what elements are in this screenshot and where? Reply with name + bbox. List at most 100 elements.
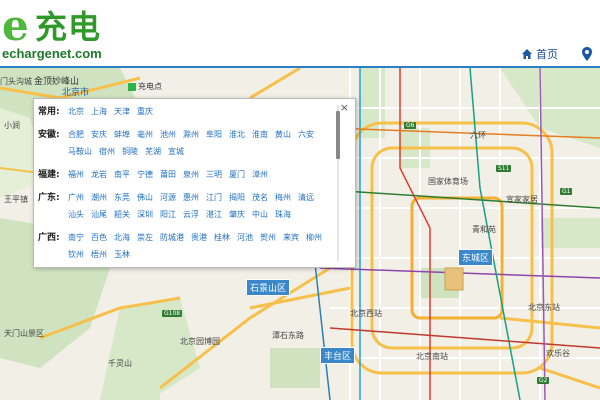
city-selector-popup: × 常用: 北京 上海 天津 重庆 安徽: 合肥 安庆 蚌埠 亳州 池州 滁州 阜阳 淮北 淮南 黄山 六安 马鞍…	[33, 98, 356, 268]
city-link[interactable]: 防城港	[160, 229, 184, 246]
city-link[interactable]: 钦州	[68, 246, 84, 263]
city-link[interactable]: 肇庆	[229, 206, 245, 223]
city-link[interactable]: 汕头	[68, 206, 84, 223]
map-view[interactable]: 金顶妙峰山 北京市 充电点 门头沟城 小涧 王平镇 天门山景区 千灵山 北京园博…	[0, 68, 600, 400]
city-link[interactable]: 天津	[114, 103, 130, 120]
city-links: 合肥 安庆 蚌埠 亳州 池州 滁州 阜阳 淮北 淮南 黄山 六安马鞍山 宿州 铜陵 芜湖 宣城	[68, 126, 334, 160]
city-link[interactable]: 梧州	[91, 246, 107, 263]
city-link[interactable]: 东莞	[114, 189, 130, 206]
logo-url-text: echargenet.com	[2, 46, 102, 61]
city-links: 北京 上海 天津 重庆	[68, 103, 334, 120]
map-label: 国家体育场	[428, 177, 468, 186]
nav-home-label: 首页	[536, 48, 558, 61]
popup-scrollbar[interactable]	[336, 105, 340, 261]
city-link[interactable]: 茂名	[252, 189, 268, 206]
district-badge-shijingshan[interactable]: 石景山区	[246, 279, 291, 296]
city-link[interactable]: 韶关	[114, 206, 130, 223]
city-links: 福州 龙岩 南平 宁德 莆田 泉州 三明 厦门 漳州	[68, 166, 334, 183]
city-link[interactable]: 淮南	[252, 126, 268, 143]
district-badge-fengtai[interactable]: 丰台区	[320, 347, 356, 364]
city-link[interactable]: 滁州	[183, 126, 199, 143]
map-label: 门头沟城	[0, 77, 32, 86]
city-link[interactable]: 南平	[114, 166, 130, 183]
nav-home-link[interactable]: 首页	[521, 46, 558, 62]
echargenet-logo[interactable]: e 充电 echargenet.com	[2, 4, 142, 62]
city-link[interactable]: 北海	[114, 229, 130, 246]
city-link[interactable]: 铜陵	[122, 143, 138, 160]
city-link[interactable]: 佛山	[137, 189, 153, 206]
city-link[interactable]: 宁德	[137, 166, 153, 183]
city-link[interactable]: 揭阳	[229, 189, 245, 206]
city-link[interactable]: 柳州	[306, 229, 322, 246]
city-link[interactable]: 珠海	[275, 206, 291, 223]
city-link[interactable]: 湛江	[206, 206, 222, 223]
city-link[interactable]: 厦门	[229, 166, 245, 183]
map-label: 欢乐谷	[546, 349, 570, 358]
map-label: 六环	[470, 131, 486, 140]
city-link[interactable]: 惠州	[183, 189, 199, 206]
city-link[interactable]: 桂林	[214, 229, 230, 246]
city-link[interactable]: 合肥	[68, 126, 84, 143]
legend-label: 充电点	[138, 82, 162, 91]
city-link[interactable]: 六安	[298, 126, 314, 143]
city-link[interactable]: 芜湖	[145, 143, 161, 160]
map-label: 天门山景区	[4, 329, 44, 338]
city-link[interactable]: 深圳	[137, 206, 153, 223]
map-label: 小涧	[4, 121, 20, 130]
city-link[interactable]: 亳州	[137, 126, 153, 143]
city-link[interactable]: 重庆	[137, 103, 153, 120]
map-label: 北京东站	[528, 303, 560, 312]
city-link[interactable]: 河池	[237, 229, 253, 246]
city-link[interactable]: 泉州	[183, 166, 199, 183]
city-link[interactable]: 汕尾	[91, 206, 107, 223]
city-link[interactable]: 清远	[298, 189, 314, 206]
city-link[interactable]: 江门	[206, 189, 222, 206]
road-badge: G1	[560, 188, 573, 195]
city-link[interactable]: 黄山	[275, 126, 291, 143]
province-name: 广西:	[38, 233, 60, 243]
city-link[interactable]: 宿州	[99, 143, 115, 160]
province-row: 常用: 北京 上海 天津 重庆	[38, 103, 338, 120]
city-link[interactable]: 安庆	[91, 126, 107, 143]
district-badge-dongcheng[interactable]: 东城区	[458, 249, 494, 266]
charging-point-legend-icon	[128, 82, 136, 91]
province-name: 广东:	[38, 193, 60, 203]
city-link[interactable]: 莆田	[160, 166, 176, 183]
city-link[interactable]: 贺州	[260, 229, 276, 246]
city-link[interactable]: 三明	[206, 166, 222, 183]
location-pin-icon[interactable]	[582, 47, 592, 61]
city-link[interactable]: 南宁	[68, 229, 84, 246]
city-link[interactable]: 马鞍山	[68, 143, 92, 160]
city-link[interactable]: 广州	[68, 189, 84, 206]
city-link[interactable]: 百色	[91, 229, 107, 246]
city-link[interactable]: 来宾	[283, 229, 299, 246]
map-label: 青和苑	[472, 225, 496, 234]
city-link[interactable]: 阳江	[160, 206, 176, 223]
city-link[interactable]: 梅州	[275, 189, 291, 206]
city-link[interactable]: 崇左	[137, 229, 153, 246]
province-name: 常用:	[38, 107, 60, 117]
city-link[interactable]: 云浮	[183, 206, 199, 223]
city-link[interactable]: 北京	[68, 103, 84, 120]
city-link[interactable]: 蚌埠	[114, 126, 130, 143]
city-link[interactable]: 宣城	[168, 143, 184, 160]
road-badge: G2	[537, 377, 550, 384]
road-badge: G108	[162, 310, 183, 317]
city-link[interactable]: 福州	[68, 166, 84, 183]
map-label: 王平镇	[4, 195, 28, 204]
city-link[interactable]: 潮州	[91, 189, 107, 206]
city-link[interactable]: 龙岩	[91, 166, 107, 183]
city-link[interactable]: 池州	[160, 126, 176, 143]
city-link[interactable]: 中山	[252, 206, 268, 223]
city-link[interactable]: 漳州	[252, 166, 268, 183]
city-link[interactable]: 阜阳	[206, 126, 222, 143]
city-link[interactable]: 淮北	[229, 126, 245, 143]
logo-e-glyph: e	[2, 1, 29, 50]
header: e 充电 echargenet.com 首页	[0, 0, 600, 68]
popup-close-button[interactable]: ×	[340, 101, 349, 114]
city-link[interactable]: 玉林	[114, 246, 130, 263]
city-link[interactable]: 上海	[91, 103, 107, 120]
city-link[interactable]: 河源	[160, 189, 176, 206]
popup-scrollbar-thumb[interactable]	[336, 111, 340, 159]
city-link[interactable]: 贵港	[191, 229, 207, 246]
